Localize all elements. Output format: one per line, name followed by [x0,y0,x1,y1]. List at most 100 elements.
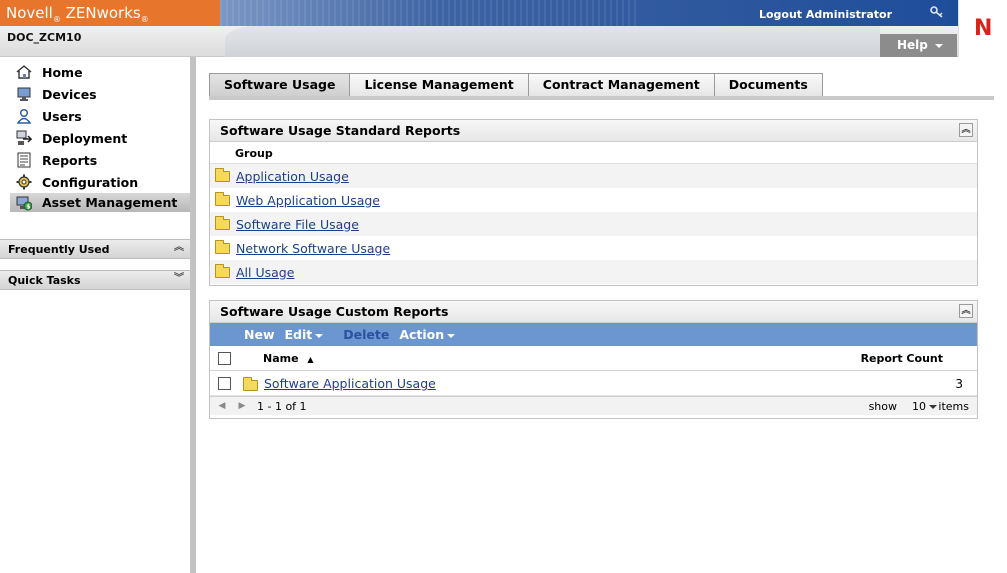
list-item: All Usage [210,260,977,284]
svg-text:$: $ [26,203,30,210]
sidebar: Home Devices Users Deployment Reports Co… [0,57,196,573]
frequently-used-section[interactable]: Frequently Used ︽ [0,239,190,259]
list-item: Software File Usage [210,212,977,236]
deployment-icon [16,130,32,145]
row-checkbox[interactable] [218,377,231,390]
column-header-group: Group [210,142,977,164]
tab-divider [209,96,994,100]
chevron-down-icon[interactable]: ︾ [174,273,186,285]
show-label: show [868,400,897,413]
chevron-down-icon [929,405,937,409]
collapse-icon[interactable]: ︽ [959,304,973,318]
chevron-up-icon[interactable]: ︽ [174,242,186,254]
sidebar-item-label: Users [42,108,82,124]
table-row: Software Application Usage 3 [210,371,977,396]
page-size-select[interactable]: 10 [912,400,937,413]
quick-tasks-section[interactable]: Quick Tasks ︾ [0,270,190,290]
sidebar-item-label: Devices [42,86,97,102]
tab-contract-management[interactable]: Contract Management [527,73,715,96]
custom-reports-panel: Software Usage Custom Reports ︽ New Edit… [209,300,978,419]
report-count-value: 3 [955,377,963,391]
sidebar-item-label: Reports [42,152,98,168]
standard-reports-panel: Software Usage Standard Reports ︽ Group … [209,119,978,286]
tab-license-management[interactable]: License Management [349,73,529,96]
table-header-row: Name ▲ Report Count [210,346,977,371]
panel-header: Software Usage Custom Reports ︽ [210,301,977,323]
sidebar-item-label: Home [42,64,83,80]
report-group-link[interactable]: All Usage [236,265,294,280]
panel-title: Software Usage Custom Reports [220,304,449,319]
list-item: Network Software Usage [210,236,977,260]
sidebar-item-label: Configuration [42,174,139,190]
help-menu-button[interactable]: Help [880,34,957,57]
action-label: Action [399,327,445,342]
folder-icon [215,215,230,230]
chevron-down-icon [315,333,324,338]
home-icon [16,65,32,79]
report-group-link[interactable]: Network Software Usage [236,241,390,256]
users-icon [16,108,32,124]
items-label: items [938,400,969,413]
asset-management-icon: $ [16,196,32,210]
folder-icon [215,239,230,254]
tab-software-usage[interactable]: Software Usage [209,73,351,96]
brand-mark: ® [52,15,61,24]
custom-reports-toolbar: New Edit Delete Action [210,323,977,346]
action-menu-button[interactable]: Action [399,327,465,342]
brand-name: Novell [6,4,53,22]
section-label: Frequently Used [8,243,110,256]
reports-icon [17,152,31,168]
sidebar-item-deployment[interactable]: Deployment [16,128,127,148]
folder-icon [215,167,230,182]
section-label: Quick Tasks [8,274,81,287]
key-icon[interactable] [930,6,944,18]
novell-logo-letter: N [974,16,993,41]
folder-icon [215,263,230,278]
product-logo: Novell® ZENworks® [0,0,220,26]
product-mark: ® [140,15,149,24]
sort-ascending-icon: ▲ [307,355,314,364]
previous-page-icon[interactable]: ◀ [213,399,231,414]
next-page-icon[interactable]: ▶ [233,399,251,414]
logout-link[interactable]: Logout Administrator [759,8,892,21]
sidebar-item-devices[interactable]: Devices [16,84,97,104]
product-name: ZENworks [65,4,141,22]
tab-bar: Software Usage License Management Contra… [209,73,823,97]
new-button[interactable]: New [244,327,275,342]
sidebar-item-asset-management[interactable]: $ Asset Management [10,193,190,212]
novell-logo: N [958,0,1007,57]
select-all-checkbox[interactable] [218,352,231,365]
custom-report-link[interactable]: Software Application Usage [264,376,436,391]
column-header-name[interactable]: Name ▲ [263,352,314,365]
collapse-icon[interactable]: ︽ [959,123,973,137]
app-header: Novell® ZENworks® Logout Administrator D… [0,0,1007,57]
group-list: Application Usage Web Application Usage … [210,164,977,284]
report-group-link[interactable]: Software File Usage [236,217,359,232]
edit-menu-button[interactable]: Edit [285,327,334,342]
edit-label: Edit [284,327,313,342]
folder-icon [243,377,258,391]
sidebar-item-users[interactable]: Users [16,106,82,126]
pager-range: 1 - 1 of 1 [257,400,307,413]
list-item: Web Application Usage [210,188,977,212]
sidebar-item-configuration[interactable]: Configuration [16,172,138,192]
devices-icon [17,87,31,101]
report-group-link[interactable]: Application Usage [236,169,349,184]
sidebar-item-label: Deployment [42,130,128,146]
tab-documents[interactable]: Documents [713,73,823,96]
chevron-down-icon [447,333,456,338]
panel-title: Software Usage Standard Reports [220,123,461,138]
header-curve [225,26,880,57]
column-name-label: Name [263,352,299,365]
report-group-link[interactable]: Web Application Usage [236,193,380,208]
delete-button[interactable]: Delete [343,327,389,342]
sidebar-item-home[interactable]: Home [16,62,83,82]
page-size-value: 10 [912,400,926,413]
column-header-report-count[interactable]: Report Count [861,352,943,365]
panel-header: Software Usage Standard Reports ︽ [210,120,977,142]
help-label: Help [897,38,928,52]
table-pager: ◀ ▶ 1 - 1 of 1 show 10 items [210,396,977,415]
list-item: Application Usage [210,164,977,188]
sidebar-item-reports[interactable]: Reports [16,150,97,170]
sidebar-item-label: Asset Management [42,195,178,210]
